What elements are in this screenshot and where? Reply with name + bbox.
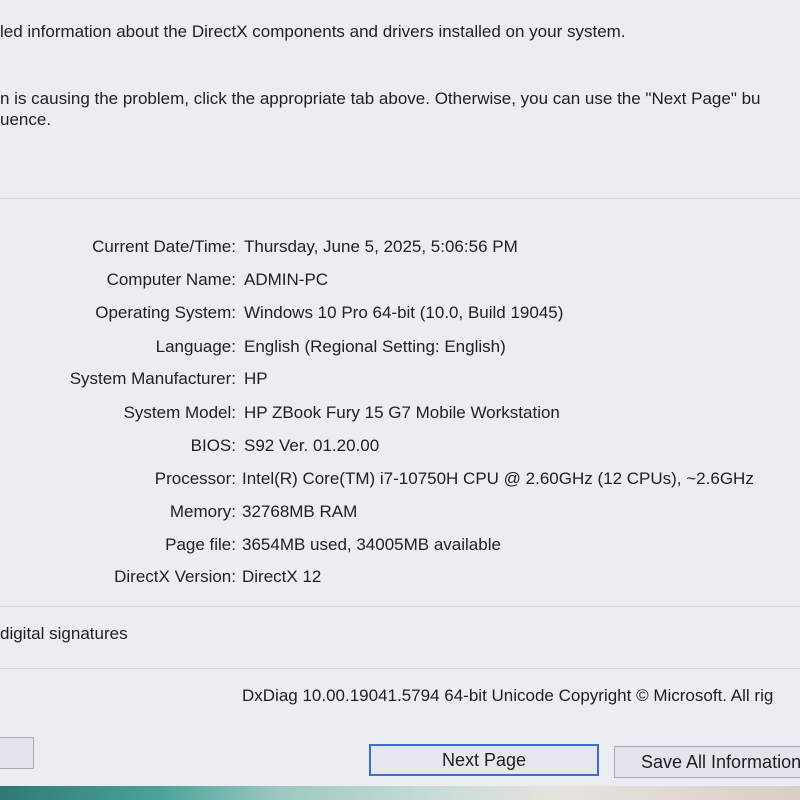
footer-divider (0, 668, 800, 669)
info-value: HP ZBook Fury 15 G7 Mobile Workstation (244, 403, 560, 422)
info-value: ADMIN-PC (244, 270, 329, 289)
whql-check-checkbox[interactable]: digital signatures (0, 624, 128, 644)
info-row-processor: Processor: Intel(R) Core(TM) i7-10750H C… (0, 469, 800, 493)
info-label: Computer Name: (106, 270, 236, 289)
info-row-language: Language: English (Regional Setting: Eng… (0, 337, 800, 361)
info-value: English (Regional Setting: English) (244, 337, 506, 356)
info-row-system-manufacturer: System Manufacturer: HP (0, 369, 800, 393)
info-group-bottom-border (0, 606, 800, 607)
info-row-date-time: Current Date/Time: Thursday, June 5, 202… (0, 237, 800, 261)
info-row-memory: Memory: 32768MB RAM (0, 502, 800, 526)
info-value: Windows 10 Pro 64-bit (10.0, Build 19045… (244, 303, 564, 322)
info-value: S92 Ver. 01.20.00 (244, 436, 380, 455)
info-row-operating-system: Operating System: Windows 10 Pro 64-bit … (0, 303, 800, 327)
info-row-computer-name: Computer Name: ADMIN-PC (0, 270, 800, 294)
info-label: BIOS: (190, 436, 236, 455)
intro-text-line-2: n is causing the problem, click the appr… (0, 89, 761, 108)
info-label: Language: (155, 337, 236, 356)
intro-text-line-1: led information about the DirectX compon… (0, 22, 626, 41)
info-label: System Manufacturer: (69, 369, 236, 388)
info-row-page-file: Page file: 3654MB used, 34005MB availabl… (0, 535, 800, 559)
info-label: Operating System: (95, 303, 236, 322)
info-row-directx-version: DirectX Version: DirectX 12 (0, 567, 800, 591)
info-value: 3654MB used, 34005MB available (242, 535, 501, 554)
info-label: Current Date/Time: (92, 237, 236, 256)
info-row-system-model: System Model: HP ZBook Fury 15 G7 Mobile… (0, 403, 800, 427)
info-label: Page file: (165, 535, 236, 554)
info-label: Memory: (169, 502, 236, 521)
info-value: HP (244, 369, 268, 388)
info-row-bios: BIOS: S92 Ver. 01.20.00 (0, 436, 800, 460)
info-group-top-border (0, 198, 800, 199)
next-page-button[interactable]: Next Page (369, 744, 599, 776)
dxdiag-window: led information about the DirectX compon… (0, 0, 800, 800)
info-value: DirectX 12 (242, 567, 322, 586)
info-value: 32768MB RAM (242, 502, 358, 521)
info-value: Intel(R) Core(TM) i7-10750H CPU @ 2.60GH… (242, 469, 754, 488)
info-label: System Model: (123, 403, 236, 422)
info-value: Thursday, June 5, 2025, 5:06:56 PM (244, 237, 518, 256)
info-label: Processor: (154, 469, 236, 488)
intro-text-line-3: uence. (0, 110, 52, 129)
desktop-background-edge (0, 786, 800, 800)
version-copyright-text: DxDiag 10.00.19041.5794 64-bit Unicode C… (242, 686, 774, 705)
whql-check-label: digital signatures (0, 624, 128, 643)
help-button[interactable] (0, 737, 34, 769)
info-label: DirectX Version: (114, 567, 236, 586)
save-all-information-button[interactable]: Save All Information (614, 746, 800, 778)
